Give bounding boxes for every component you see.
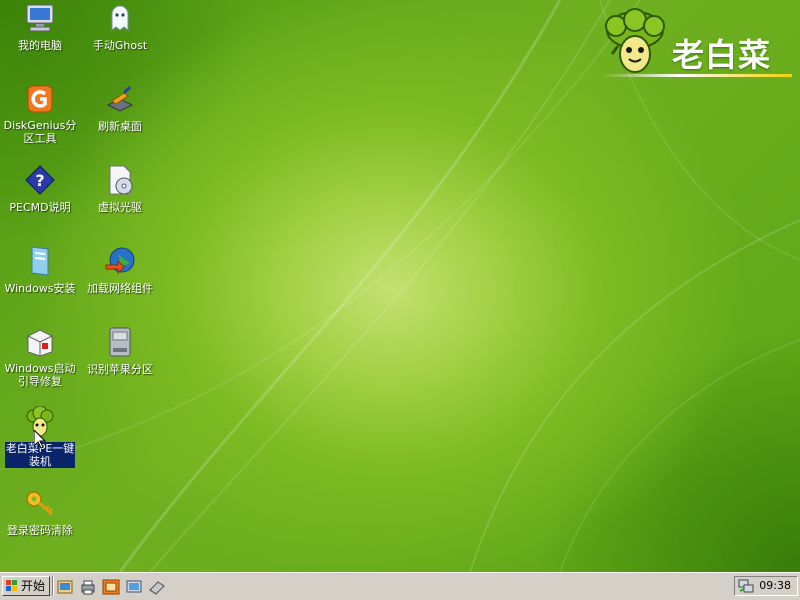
refresh-desktop-icon [106,85,134,112]
key-icon [26,491,54,516]
display-icon[interactable] [125,578,143,596]
explorer-icon[interactable] [56,578,74,596]
desktop-icon-label: 识别苹果分区 [87,363,153,376]
system-tray: 09:38 [734,576,798,596]
desktop-icon-label: PECMD说明 [9,201,71,214]
help-icon: ? [25,165,55,195]
printer-icon[interactable] [79,578,97,596]
mouse-cursor-icon [34,430,46,449]
desktop-icon-boot-repair[interactable]: Windows启动 引导修复 [1,326,79,404]
brand-underline [602,74,792,77]
virtual-cd-icon [109,165,133,195]
desktop-icon-label: DiskGenius分 区工具 [3,119,77,145]
taskbar-separator [52,576,54,596]
svg-text:?: ? [35,171,44,190]
folder-icon[interactable] [102,578,120,596]
desktop-icon-label: 我的电脑 [18,39,62,52]
desktop-icon-label: 加载网络组件 [87,282,153,295]
network-globe-icon [105,247,135,275]
desktop-icon-pecmd-help[interactable]: ? PECMD说明 [1,164,79,242]
network-tray-icon[interactable] [738,578,754,594]
desktop[interactable]: 老白菜 我的电脑 DiskGenius分 区工具 ? PECMD说明 Windo… [0,0,800,572]
desktop-icon-label: 刷新桌面 [98,120,142,133]
drive-icon [109,327,131,357]
cabbage-mascot-icon [605,8,665,73]
start-button[interactable]: 开始 [2,576,50,596]
desktop-icon-label: 虚拟光驱 [98,201,142,214]
desktop-icon-diskgenius[interactable]: DiskGenius分 区工具 [1,83,79,161]
desktop-icon-virtual-cd[interactable]: 虚拟光驱 [81,164,159,242]
windows-install-icon [31,246,49,276]
diskgenius-icon [27,85,53,113]
desktop-icon-windows-install[interactable]: Windows安装 [1,245,79,323]
boot-repair-icon [27,329,53,357]
taskbar: 开始 09:38 [0,572,800,600]
desktop-icon-manual-ghost[interactable]: 手动Ghost [81,2,159,80]
desktop-icon-password-clear[interactable]: 登录密码清除 [1,487,79,565]
desktop-icon-label: 登录密码清除 [7,524,73,537]
desktop-icon-load-network[interactable]: 加载网络组件 [81,245,159,323]
desktop-icon-label: Windows启动 引导修复 [4,362,76,388]
desktop-icon-refresh-desktop[interactable]: 刷新桌面 [81,83,159,161]
brand-logo: 老白菜 [602,8,792,80]
eraser-icon[interactable] [148,578,166,596]
my-computer-icon [26,4,54,32]
desktop-icon-label: 手动Ghost [92,39,148,52]
windows-logo-icon [6,580,17,591]
start-label: 开始 [21,579,46,593]
ghost-icon [111,5,129,31]
clock[interactable]: 09:38 [759,579,791,593]
desktop-icon-my-computer[interactable]: 我的电脑 [1,2,79,80]
brand-name: 老白菜 [672,36,772,74]
desktop-icon-label: Windows安装 [4,282,76,295]
desktop-icon-apple-partition[interactable]: 识别苹果分区 [81,326,159,404]
